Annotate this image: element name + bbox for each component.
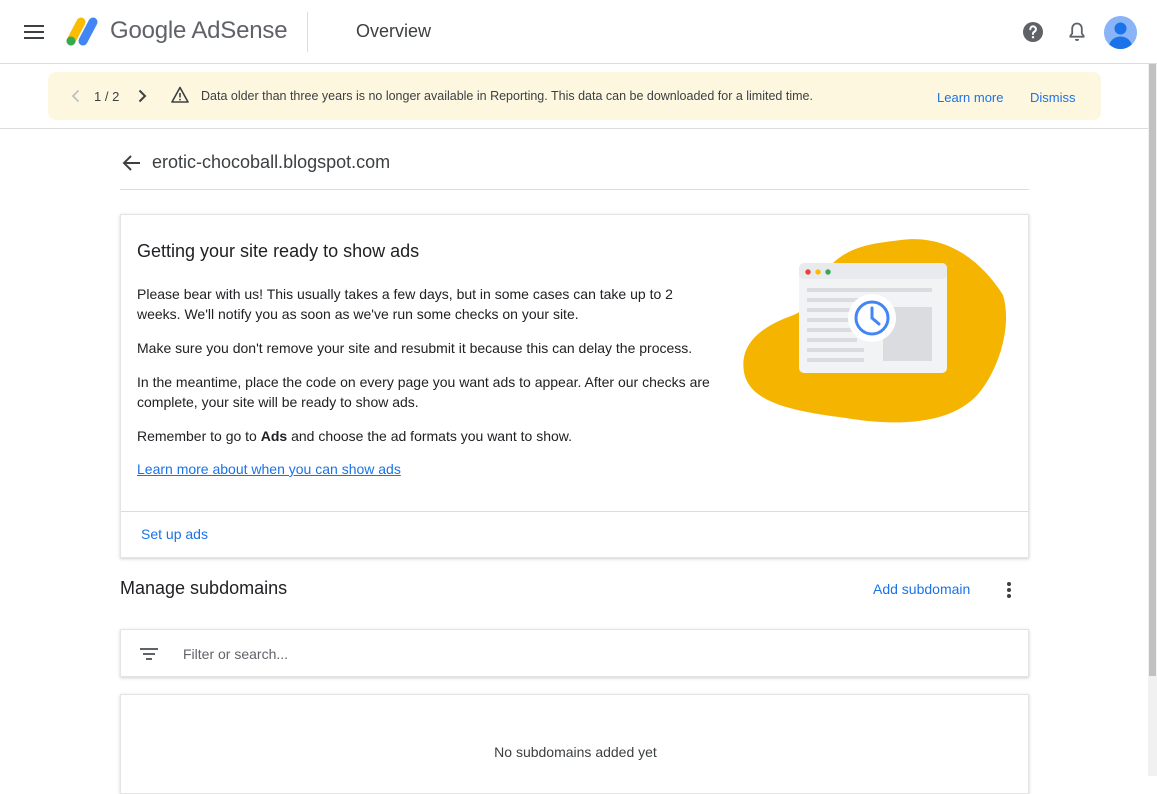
notification-banner: 1 / 2 Data older than three years is no … [48, 72, 1101, 120]
filter-icon[interactable] [139, 644, 159, 664]
back-arrow-icon[interactable] [120, 151, 144, 175]
help-icon[interactable] [1021, 20, 1045, 44]
learn-when-link[interactable]: Learn more about when you can show ads [137, 461, 401, 477]
card-title: Getting your site ready to show ads [137, 241, 420, 261]
page-title: Overview [356, 21, 432, 41]
header-divider [307, 12, 308, 52]
site-header-divider [120, 189, 1029, 190]
card-paragraph-1: Please bear with us! This usually takes … [137, 286, 673, 322]
card-paragraph-2: Make sure you don't remove your site and… [137, 340, 693, 356]
subdomains-list: No subdomains added yet [120, 694, 1029, 794]
site-name: erotic-chocoball.blogspot.com [152, 152, 391, 172]
banner-area: 1 / 2 Data older than three years is no … [0, 64, 1148, 129]
dismiss-button[interactable]: Dismiss [1030, 90, 1076, 105]
bell-icon[interactable] [1065, 20, 1089, 44]
adsense-logo [66, 17, 98, 46]
warning-icon [171, 86, 189, 103]
chevron-left-icon[interactable] [64, 84, 88, 108]
card-paragraph-4: Remember to go to Ads and choose the ad … [137, 426, 712, 446]
scrollbar-thumb[interactable] [1149, 64, 1156, 676]
filter-search-input[interactable] [183, 640, 1003, 668]
card-paragraph-3: In the meantime, place the code on every… [137, 374, 710, 410]
filter-bar [120, 629, 1029, 677]
p4-prefix: Remember to go to [137, 428, 261, 444]
card-footer-divider [121, 511, 1028, 512]
more-vert-icon[interactable] [998, 578, 1020, 602]
account-avatar[interactable] [1104, 16, 1137, 49]
site-status-card: Getting your site ready to show ads Plea… [120, 214, 1029, 558]
ads-emphasis: Ads [260, 428, 288, 444]
site-review-illustration [743, 239, 1007, 423]
banner-pager: 1 / 2 [94, 89, 120, 104]
empty-state-text: No subdomains added yet [494, 744, 657, 760]
learn-more-link[interactable]: Learn more [937, 90, 1003, 105]
add-subdomain-button[interactable]: Add subdomain [873, 581, 970, 597]
banner-message: Data older than three years is no longer… [201, 89, 813, 103]
account-icon [1104, 16, 1137, 49]
p4-suffix: and choose the ad formats you want to sh… [287, 428, 573, 444]
set-up-ads-button[interactable]: Set up ads [141, 526, 208, 542]
manage-subdomains-title: Manage subdomains [120, 578, 288, 598]
menu-icon[interactable] [22, 20, 46, 44]
top-app-bar: Google AdSense Overview [0, 0, 1157, 64]
brand-name: Google AdSense [110, 17, 288, 44]
chevron-right-icon[interactable] [130, 84, 154, 108]
